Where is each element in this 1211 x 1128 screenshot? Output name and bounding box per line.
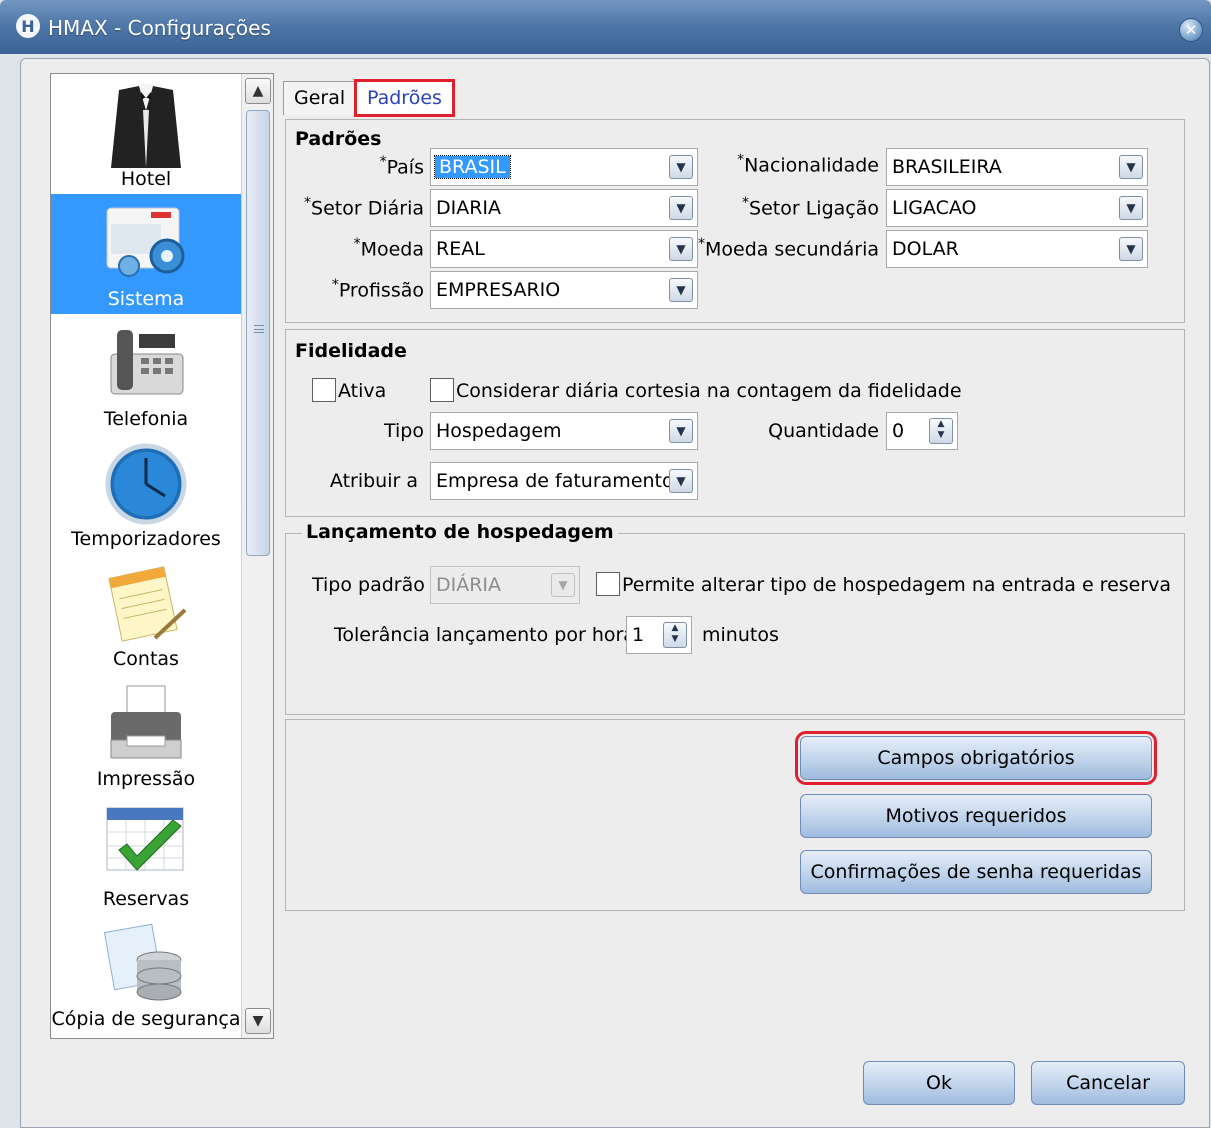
- cortesia-label: Considerar diária cortesia na contagem d…: [456, 380, 962, 402]
- cancel-button[interactable]: Cancelar: [1031, 1061, 1185, 1105]
- tipo-fidelidade-combo[interactable]: Hospedagem ▼: [430, 412, 698, 450]
- tab-geral[interactable]: Geral: [283, 81, 357, 115]
- sidebar-item-temporizadores[interactable]: Temporizadores: [51, 434, 241, 554]
- campos-obrigatorios-button[interactable]: Campos obrigatórios: [795, 731, 1157, 785]
- lancamento-group: Lançamento de hospedagem Tipo padrão DIÁ…: [285, 521, 1185, 715]
- database-backup-icon: [103, 923, 182, 1001]
- nacionalidade-combo[interactable]: BRASILEIRA ▼: [886, 148, 1148, 186]
- quantidade-stepper[interactable]: 0 ▲ ▼: [886, 412, 958, 450]
- quantidade-label: Quantidade: [768, 420, 879, 442]
- setor-ligacao-combo[interactable]: LIGACAO ▼: [886, 189, 1148, 227]
- spin-arrows-icon[interactable]: ▲ ▼: [929, 418, 953, 444]
- chevron-down-icon[interactable]: ▼: [669, 155, 693, 179]
- confirmacoes-senha-button[interactable]: Confirmações de senha requeridas: [800, 850, 1152, 894]
- chevron-down-icon[interactable]: ▼: [1119, 237, 1143, 261]
- sidebar-item-label: Telefonia: [103, 408, 189, 430]
- profissao-combo[interactable]: EMPRESARIO ▼: [430, 271, 698, 309]
- system-gear-icon: [106, 207, 185, 277]
- tipo-padrao-label: Tipo padrão: [312, 574, 425, 596]
- sidebar-item-label: Cópia de segurança: [51, 1008, 241, 1030]
- ativa-label: Ativa: [338, 380, 387, 402]
- chevron-down-icon[interactable]: ▼: [669, 278, 693, 302]
- sidebar-item-reservas[interactable]: Reservas: [51, 794, 241, 914]
- nacionalidade-label: *Nacionalidade: [737, 152, 879, 177]
- sidebar-item-contas[interactable]: Contas: [51, 554, 241, 674]
- configuracoes-window: H HMAX - Configurações ✕ Hotel Sistema T…: [0, 0, 1211, 1128]
- padroes-group: Padrões *País BRASIL ▼ *Nacionalidade BR…: [285, 119, 1185, 323]
- sidebar-item-sistema[interactable]: Sistema: [51, 194, 241, 314]
- sidebar-item-label: Reservas: [102, 888, 190, 910]
- sidebar-item-label: Temporizadores: [71, 528, 221, 550]
- moeda-secundaria-combo[interactable]: DOLAR ▼: [886, 230, 1148, 268]
- hmax-logo-icon: H: [16, 14, 40, 38]
- sidebar-item-label: Impressão: [96, 768, 196, 790]
- sidebar-item-copia-seguranca[interactable]: Cópia de segurança: [51, 914, 241, 1034]
- window-title: HMAX - Configurações: [48, 16, 271, 40]
- moeda-secundaria-label: *Moeda secundária: [697, 236, 879, 261]
- sidebar-item-telefonia[interactable]: Telefonia: [51, 314, 241, 434]
- tab-padroes[interactable]: Padrões: [354, 79, 455, 117]
- title-bar[interactable]: H HMAX - Configurações ✕: [0, 0, 1211, 54]
- fidelidade-group: Fidelidade Ativa Considerar diária corte…: [285, 329, 1185, 517]
- sidebar-item-label: Hotel: [120, 168, 172, 190]
- tolerancia-stepper[interactable]: 1 ▲ ▼: [626, 616, 692, 654]
- permite-alterar-checkbox[interactable]: [596, 572, 620, 596]
- atribuir-label: Atribuir a: [329, 470, 418, 492]
- motivos-requeridos-button[interactable]: Motivos requeridos: [800, 794, 1152, 838]
- profissao-label: *Profissão: [331, 277, 424, 302]
- scroll-thumb[interactable]: [246, 110, 270, 556]
- chevron-down-icon[interactable]: ▼: [669, 469, 693, 493]
- chevron-down-icon[interactable]: ▼: [1119, 155, 1143, 179]
- group-title: Padrões: [295, 128, 382, 150]
- telephone-icon: [110, 330, 184, 395]
- moeda-combo[interactable]: REAL ▼: [430, 230, 698, 268]
- sidebar-item-impressao[interactable]: Impressão: [51, 674, 241, 794]
- minutos-label: minutos: [702, 624, 779, 646]
- tipo-label: Tipo: [384, 420, 424, 442]
- pais-label: *País: [379, 154, 424, 179]
- chevron-down-icon[interactable]: ▼: [669, 237, 693, 261]
- actions-group: Campos obrigatórios Motivos requeridos C…: [285, 719, 1185, 911]
- ok-button[interactable]: Ok: [863, 1061, 1015, 1105]
- dialog-body: Hotel Sistema Telefonia Temporizadores C…: [20, 58, 1210, 1128]
- setor-ligacao-label: *Setor Ligação: [742, 195, 879, 220]
- clock-icon: [105, 443, 187, 525]
- calendar-check-icon: [106, 807, 184, 871]
- chevron-down-icon[interactable]: ▼: [1119, 196, 1143, 220]
- moeda-label: *Moeda: [353, 236, 424, 261]
- sidebar-item-label: Sistema: [107, 288, 185, 310]
- permite-alterar-label: Permite alterar tipo de hospedagem na en…: [622, 574, 1172, 596]
- scroll-up-icon[interactable]: ▲: [245, 78, 271, 104]
- group-title: Fidelidade: [295, 340, 407, 362]
- chevron-down-icon[interactable]: ▼: [551, 573, 575, 597]
- tuxedo-icon: [111, 84, 181, 168]
- pais-combo[interactable]: BRASIL ▼: [430, 148, 698, 186]
- accounts-notepad-icon: [108, 566, 187, 642]
- tipo-padrao-combo[interactable]: DIÁRIA ▼: [430, 566, 580, 604]
- group-title: Lançamento de hospedagem: [302, 521, 618, 543]
- chevron-down-icon[interactable]: ▼: [669, 419, 693, 443]
- setor-diaria-label: *Setor Diária: [304, 195, 424, 220]
- sidebar-item-hotel[interactable]: Hotel: [51, 74, 241, 194]
- setor-diaria-combo[interactable]: DIARIA ▼: [430, 189, 698, 227]
- tolerancia-label: Tolerância lançamento por hora: [334, 624, 635, 646]
- ativa-checkbox[interactable]: [312, 378, 336, 402]
- chevron-down-icon[interactable]: ▼: [669, 196, 693, 220]
- category-sidebar: Hotel Sistema Telefonia Temporizadores C…: [50, 73, 274, 1039]
- scroll-down-icon[interactable]: ▼: [245, 1008, 271, 1034]
- printer-icon: [110, 685, 182, 759]
- close-icon[interactable]: ✕: [1179, 18, 1203, 42]
- sidebar-item-label: Contas: [113, 648, 179, 670]
- spin-arrows-icon[interactable]: ▲ ▼: [663, 622, 687, 648]
- sidebar-scrollbar[interactable]: ▲ ▼: [241, 74, 273, 1038]
- atribuir-combo[interactable]: Empresa de faturamento ▼: [430, 462, 698, 500]
- cortesia-checkbox[interactable]: [430, 378, 454, 402]
